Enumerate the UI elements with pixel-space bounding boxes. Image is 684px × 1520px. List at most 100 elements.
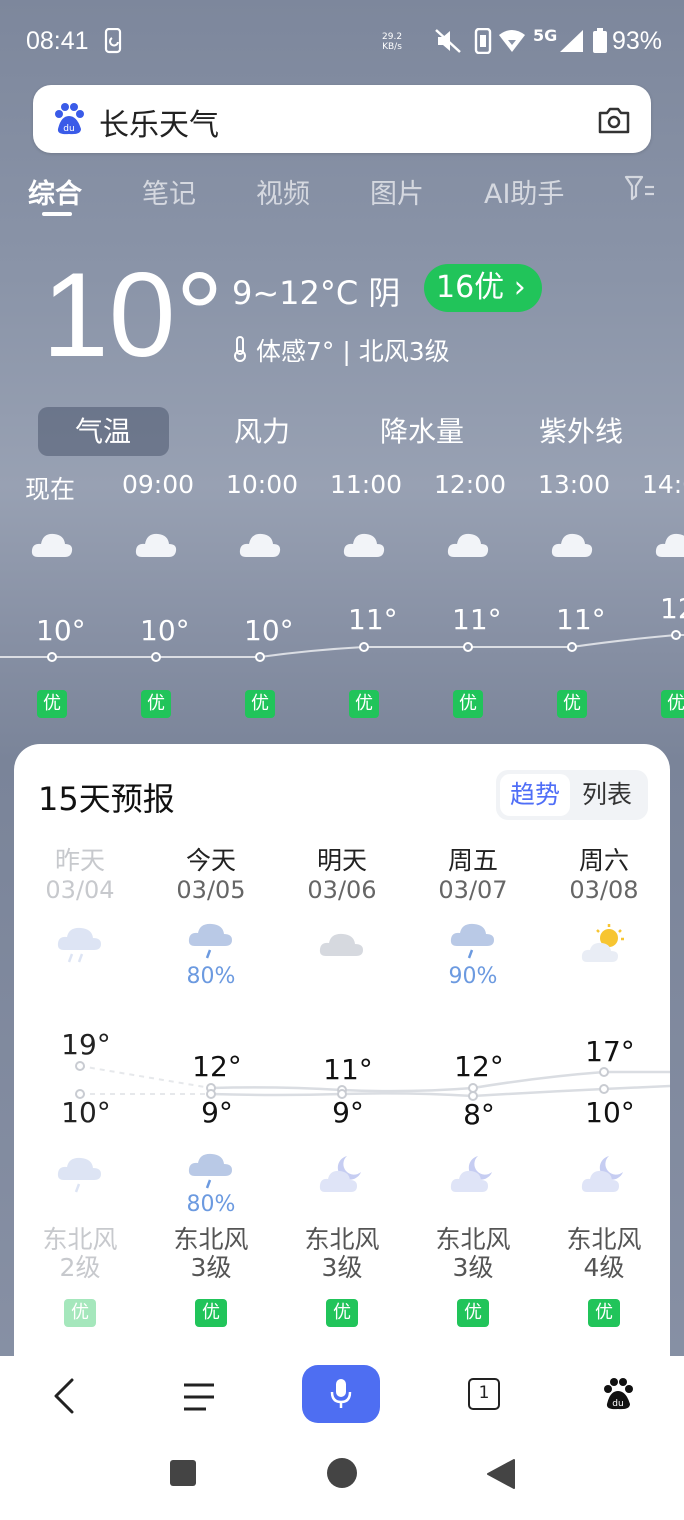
cloudy-icon: [551, 533, 593, 557]
rain-night-icon: [57, 1157, 101, 1193]
status-bar: 08:41 29.2 KB/s 5G 93%: [0, 0, 684, 84]
search-query[interactable]: 长乐天气: [99, 100, 219, 144]
hour-label: 13:00: [538, 470, 611, 499]
tab-comprehensive[interactable]: 综合: [28, 172, 82, 211]
camera-icon[interactable]: [597, 104, 631, 136]
low-temp: 8°: [463, 1098, 495, 1131]
day-date: 03/05: [176, 876, 246, 904]
hourly-temp-line: [0, 630, 684, 662]
cloudy-icon: [655, 533, 684, 557]
wifi-icon: [499, 30, 525, 52]
wind-info: 东北风 4级: [566, 1225, 642, 1282]
partly-sunny-icon: [581, 924, 624, 962]
tab-ai-assistant[interactable]: AI助手: [484, 172, 564, 211]
wind-info: 东北风 3级: [435, 1225, 511, 1282]
aqi-badge[interactable]: 16优 ›: [424, 264, 542, 312]
day-aqi-badge: 优: [326, 1299, 358, 1327]
vibrate-icon: [474, 28, 492, 54]
tabs-count-button[interactable]: 1: [468, 1378, 500, 1410]
menu-icon[interactable]: [182, 1382, 216, 1412]
hour-label: 12:00: [434, 470, 507, 499]
day-aqi-badge: 优: [195, 1299, 227, 1327]
feels-like-wind: 体感7° | 北风3级: [256, 337, 450, 366]
tab-underline: [42, 212, 72, 216]
segment-precipitation[interactable]: 降水量: [380, 410, 464, 450]
segment-uv[interactable]: 紫外线: [539, 410, 623, 450]
hour-aqi-badge: 优: [141, 690, 171, 718]
clock: 08:41: [26, 27, 89, 55]
microphone-icon: [330, 1379, 352, 1408]
precip-chance: 90%: [448, 964, 498, 989]
cloudy-night-icon: [581, 1156, 623, 1192]
low-temp: 10°: [61, 1096, 111, 1129]
tab-images[interactable]: 图片: [370, 172, 424, 211]
search-tabs: 综合 笔记 视频 图片 AI助手: [0, 168, 684, 218]
svg-text:du: du: [612, 1399, 623, 1409]
toggle-list[interactable]: 列表: [582, 774, 632, 816]
low-temp: 9°: [332, 1096, 364, 1129]
day-aqi-badge: 优: [588, 1299, 620, 1327]
hour-aqi-badge: 优: [557, 690, 587, 718]
cloudy-icon: [447, 533, 489, 557]
high-temp: 19°: [61, 1028, 111, 1061]
wind-info: 东北风 2级: [42, 1225, 118, 1282]
cloudy-icon: [343, 533, 385, 557]
precip-chance: 80%: [186, 1192, 236, 1217]
temp-range-condition: 9~12°C 阴: [232, 274, 401, 312]
back-nav-button[interactable]: [486, 1458, 516, 1490]
hour-label: 11:00: [330, 470, 403, 499]
cloudy-night-icon: [319, 1156, 361, 1192]
signal-icon: [560, 30, 583, 52]
voice-search-button[interactable]: [302, 1365, 380, 1423]
day-name: 周六: [578, 846, 629, 875]
hour-aqi-badge: 优: [37, 690, 67, 718]
toggle-trend[interactable]: 趋势: [500, 774, 570, 816]
phone-sync-icon: [104, 28, 122, 54]
view-toggle: 趋势 列表: [496, 770, 648, 820]
day-date: 03/04: [45, 876, 115, 904]
bottom-bar: 1 du: [0, 1356, 684, 1520]
search-box[interactable]: du 长乐天气: [33, 85, 651, 153]
baidu-home-icon[interactable]: du: [600, 1376, 636, 1412]
cloudy-icon: [319, 933, 363, 956]
day-name: 今天: [185, 846, 236, 875]
high-temp: 17°: [585, 1035, 635, 1068]
cloudy-night-icon: [450, 1156, 492, 1192]
precip-chance: 80%: [186, 964, 236, 989]
forecast-title: 15天预报: [38, 780, 175, 818]
hour-aqi-badge: 优: [245, 690, 275, 718]
recents-nav-button[interactable]: [170, 1460, 196, 1486]
filter-icon[interactable]: [624, 174, 656, 204]
mute-icon: [435, 29, 461, 53]
hour-aqi-badge: 优: [349, 690, 379, 718]
back-icon[interactable]: [50, 1378, 80, 1414]
low-temp: 10°: [585, 1096, 635, 1129]
segment-wind[interactable]: 风力: [234, 410, 290, 450]
network-speed: 29.2 KB/s: [382, 32, 403, 52]
hour-aqi-badge: 优: [661, 690, 684, 718]
rain-icon: [188, 923, 232, 959]
hour-label: 10:00: [226, 470, 299, 499]
tab-video[interactable]: 视频: [256, 172, 310, 211]
segment-temperature[interactable]: 气温: [75, 410, 131, 450]
day-name: 昨天: [54, 846, 105, 875]
low-temp: 9°: [201, 1096, 233, 1129]
rain-icon: [450, 923, 494, 959]
battery-percent: 93%: [612, 27, 663, 55]
day-name: 明天: [316, 846, 367, 875]
svg-text:du: du: [63, 124, 74, 134]
baidu-paw-icon: du: [55, 103, 84, 135]
cloudy-icon: [31, 533, 73, 557]
hour-aqi-badge: 优: [453, 690, 483, 718]
battery-icon: [593, 28, 607, 53]
tab-notes[interactable]: 笔记: [142, 172, 196, 211]
hour-label: 09:00: [122, 470, 195, 499]
day-aqi-badge: 优: [64, 1299, 96, 1327]
day-date: 03/06: [307, 876, 377, 904]
day-date: 03/07: [438, 876, 508, 904]
forecast-card: 15天预报 趋势 列表 昨天 今天 明天 周五 周六 03/04 03/05 0…: [14, 744, 670, 1384]
high-temp: 11°: [323, 1053, 373, 1086]
thermometer-icon: [234, 336, 246, 362]
cloudy-icon: [239, 533, 281, 557]
home-nav-button[interactable]: [327, 1458, 357, 1488]
